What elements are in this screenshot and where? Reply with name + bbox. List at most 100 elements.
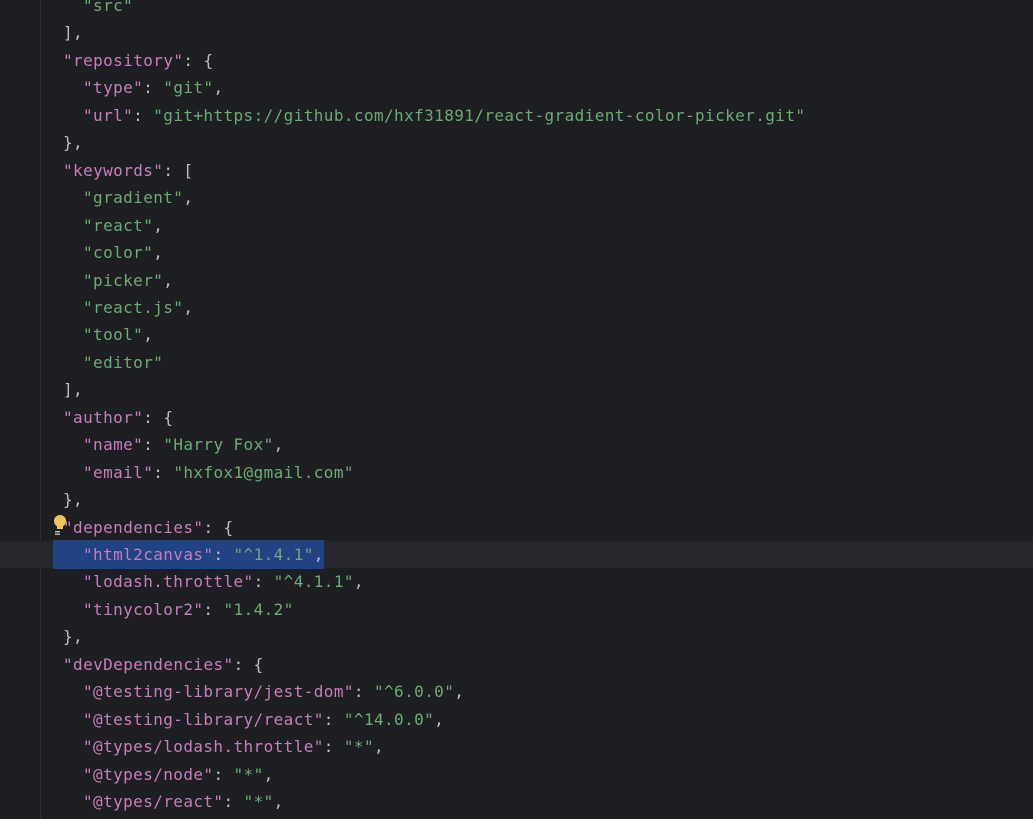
- json-punctuation: ,: [213, 78, 224, 98]
- json-punctuation: :: [213, 764, 234, 784]
- json-punctuation: ,: [153, 215, 164, 235]
- json-key: "@testing-library/react": [83, 709, 324, 729]
- json-string: "color": [83, 243, 154, 263]
- json-punctuation: ],: [63, 23, 84, 43]
- code-line[interactable]: "color",: [83, 239, 163, 266]
- json-punctuation: :: [323, 737, 344, 757]
- json-punctuation: ,: [454, 682, 465, 702]
- json-punctuation: ,: [373, 737, 385, 757]
- json-string: "react.js": [83, 297, 184, 317]
- json-punctuation: ],: [63, 380, 84, 400]
- json-string: "gradient": [83, 188, 184, 208]
- json-punctuation: : {: [183, 50, 214, 70]
- json-punctuation: ,: [273, 792, 284, 812]
- json-string: "1.4.2": [223, 599, 294, 619]
- json-string: "git": [163, 78, 214, 98]
- json-punctuation: ,: [313, 545, 324, 564]
- code-line[interactable]: "@types/react": "*",: [83, 788, 284, 815]
- code-line[interactable]: "type": "git",: [83, 74, 224, 101]
- code-line[interactable]: },: [63, 623, 83, 650]
- json-punctuation: ,: [273, 435, 284, 455]
- json-punctuation: :: [143, 435, 164, 455]
- code-line[interactable]: "@testing-library/react": "^14.0.0",: [83, 706, 444, 733]
- json-string: "picker": [83, 270, 164, 290]
- code-line[interactable]: "keywords": [: [63, 157, 193, 184]
- json-key: "@types/react": [83, 792, 224, 812]
- json-punctuation: :: [143, 78, 164, 98]
- code-line[interactable]: "devDependencies": {: [63, 651, 264, 678]
- json-punctuation: ,: [153, 243, 164, 263]
- json-key: "@types/lodash.throttle": [83, 737, 324, 757]
- json-string: "editor": [83, 352, 164, 372]
- json-punctuation: :: [133, 105, 154, 125]
- json-key: "name": [83, 435, 144, 455]
- json-string: "hxfox1@gmail.com": [173, 462, 354, 482]
- json-string: "*": [243, 792, 274, 812]
- json-punctuation: : [: [163, 160, 194, 180]
- code-line[interactable]: "picker",: [83, 267, 173, 294]
- lightbulb-icon[interactable]: [53, 514, 67, 536]
- selection-highlight: "html2canvas": "^1.4.1",: [53, 540, 324, 569]
- json-string: "^4.1.1": [273, 572, 354, 592]
- json-key: "url": [83, 105, 134, 125]
- code-line[interactable]: "@types/lodash.throttle": "*",: [83, 733, 384, 760]
- code-line[interactable]: "react.js",: [83, 294, 193, 321]
- code-line[interactable]: "repository": {: [63, 47, 214, 74]
- code-line[interactable]: "gradient",: [83, 184, 193, 211]
- json-key: "type": [83, 78, 144, 98]
- code-line[interactable]: "url": "git+https://github.com/hxf31891/…: [83, 102, 805, 129]
- code-line[interactable]: },: [63, 129, 83, 156]
- code-line[interactable]: "@types/node": "*",: [83, 761, 274, 788]
- json-string: "*": [343, 737, 374, 757]
- json-punctuation: : {: [233, 654, 264, 674]
- json-key: "html2canvas": [83, 545, 214, 564]
- json-string: "*": [233, 764, 264, 784]
- json-key: "devDependencies": [63, 654, 234, 674]
- json-key: "dependencies": [63, 517, 204, 537]
- json-punctuation: :: [323, 709, 344, 729]
- json-key: "keywords": [63, 160, 164, 180]
- json-string: "tool": [83, 325, 144, 345]
- json-key: "tinycolor2": [83, 599, 204, 619]
- code-line[interactable]: "author": {: [63, 404, 173, 431]
- gutter-divider: [40, 0, 41, 819]
- json-punctuation: :: [213, 545, 234, 564]
- code-line[interactable]: },: [63, 486, 83, 513]
- json-punctuation: :: [353, 682, 374, 702]
- code-line[interactable]: "tool",: [83, 321, 153, 348]
- code-line[interactable]: "html2canvas": "^1.4.1",: [53, 540, 324, 569]
- json-string: "src": [83, 0, 134, 15]
- code-line[interactable]: "tinycolor2": "1.4.2": [83, 596, 294, 623]
- json-punctuation: },: [63, 490, 84, 510]
- json-punctuation: : {: [143, 407, 174, 427]
- json-punctuation: ,: [183, 188, 194, 208]
- json-key: "email": [83, 462, 154, 482]
- json-punctuation: ,: [163, 270, 174, 290]
- json-punctuation: :: [223, 792, 244, 812]
- code-line[interactable]: ],: [63, 376, 83, 403]
- code-line[interactable]: ],: [63, 19, 83, 46]
- json-key: "repository": [63, 50, 184, 70]
- code-line[interactable]: "email": "hxfox1@gmail.com": [83, 459, 354, 486]
- code-line[interactable]: "editor": [83, 349, 163, 376]
- json-punctuation: :: [253, 572, 274, 592]
- json-string: "^14.0.0": [343, 709, 435, 729]
- json-string: "^1.4.1": [233, 545, 314, 564]
- code-line[interactable]: "lodash.throttle": "^4.1.1",: [83, 568, 364, 595]
- json-punctuation: ,: [263, 764, 274, 784]
- json-punctuation: : {: [203, 517, 234, 537]
- json-key: "lodash.throttle": [83, 572, 254, 592]
- code-editor[interactable]: "src"], "repository": {"type": "git", "url…: [0, 0, 1033, 819]
- json-punctuation: ,: [434, 709, 445, 729]
- code-line[interactable]: "react",: [83, 212, 163, 239]
- json-punctuation: ,: [183, 297, 194, 317]
- code-line[interactable]: "@testing-library/jest-dom": "^6.0.0",: [83, 678, 464, 705]
- code-line[interactable]: "src": [83, 0, 133, 19]
- json-key: "author": [63, 407, 144, 427]
- json-punctuation: ,: [353, 572, 364, 592]
- json-punctuation: ,: [143, 325, 154, 345]
- code-line[interactable]: "dependencies": {: [63, 514, 234, 541]
- code-line[interactable]: "name": "Harry Fox",: [83, 431, 284, 458]
- json-string: "git+https://github.com/hxf31891/react-g…: [153, 105, 806, 125]
- json-punctuation: :: [153, 462, 174, 482]
